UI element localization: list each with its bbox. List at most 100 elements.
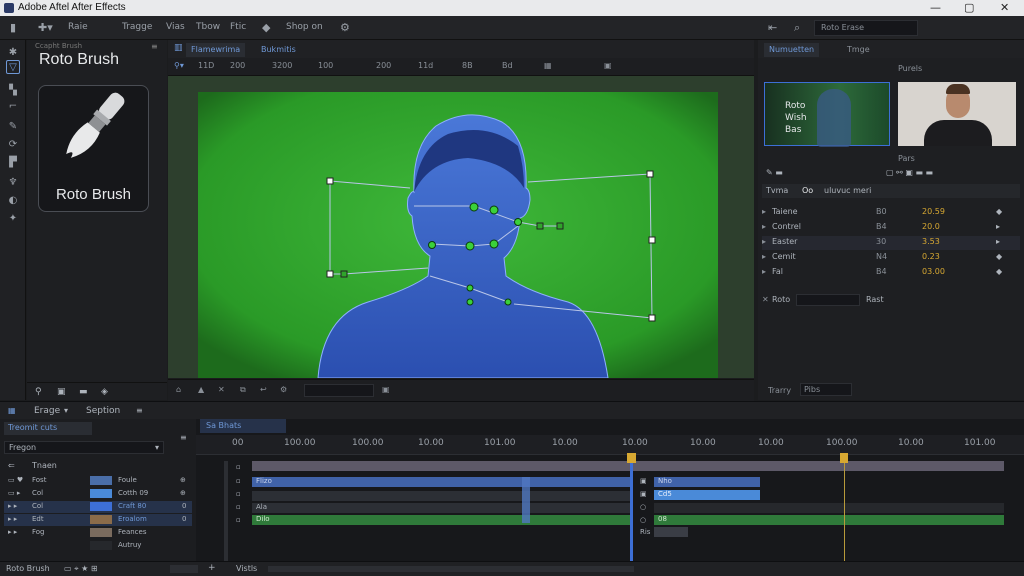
- undo-icon[interactable]: ↩: [260, 385, 267, 394]
- playhead-line[interactable]: [630, 463, 633, 561]
- viewer-bottom-field[interactable]: [304, 384, 374, 397]
- source-thumbnail[interactable]: [898, 82, 1016, 146]
- property-row[interactable]: ▸ Fal B4 03.00 ◆: [762, 266, 1020, 280]
- tab-tmge[interactable]: Tmge: [842, 43, 875, 57]
- pen-small-icon[interactable]: ✎ ▬: [766, 168, 783, 177]
- back-arrow-icon[interactable]: ⇤: [768, 21, 777, 34]
- track-clip[interactable]: [252, 491, 630, 501]
- panel-sub-tab[interactable]: Purels: [898, 64, 922, 73]
- shape-tool-icon[interactable]: ▛: [6, 156, 20, 170]
- close-button[interactable]: ✕: [1000, 1, 1009, 14]
- roto-brush-card[interactable]: Roto Brush: [38, 85, 149, 212]
- viewer-field-c[interactable]: 11d: [418, 61, 433, 70]
- diamond-icon[interactable]: ◆: [262, 21, 270, 34]
- pen-tool-icon[interactable]: ⌐: [6, 100, 20, 114]
- transform-icon[interactable]: ✕: [218, 385, 225, 394]
- menu-item-ftic[interactable]: Ftic: [230, 22, 246, 32]
- bottom-field[interactable]: Pibs: [800, 383, 852, 396]
- tab-seption[interactable]: Seption: [86, 406, 120, 416]
- adjust-icon[interactable]: ⚙: [280, 385, 287, 394]
- eraser-tool-icon[interactable]: ◐: [6, 194, 20, 208]
- timeline-scrollbar[interactable]: [268, 566, 634, 572]
- panel-tools-icons[interactable]: ▢ ⚯ ▣ ▬ ▬: [886, 168, 933, 177]
- track-clip[interactable]: Ala: [252, 503, 630, 513]
- sub-tab[interactable]: Sa Bhats: [200, 419, 286, 433]
- panel-menu-icon[interactable]: ≡: [136, 406, 143, 415]
- fullscreen-icon[interactable]: ▣: [382, 385, 390, 394]
- keyframe-icon[interactable]: ◆: [996, 207, 1002, 216]
- track-clip[interactable]: 08: [654, 515, 1004, 525]
- viewer-field-a[interactable]: 100: [318, 61, 333, 70]
- search-small-icon[interactable]: ⚲: [35, 387, 42, 397]
- back-icon[interactable]: ⇐: [8, 461, 15, 470]
- arrow-icon[interactable]: ▸: [996, 222, 1000, 231]
- viewer-zoom[interactable]: 11D: [198, 61, 214, 70]
- menu-small-icon[interactable]: ≡: [180, 433, 187, 442]
- pin-tool-icon[interactable]: ✎: [6, 120, 20, 134]
- trash-icon[interactable]: ◈: [101, 387, 108, 397]
- roto-thumbnail[interactable]: Roto Wish Bas: [764, 82, 890, 147]
- add-icon[interactable]: ✚▾: [38, 21, 53, 34]
- composition-viewer[interactable]: [168, 76, 754, 379]
- menu-item-tbow[interactable]: Tbow: [196, 22, 220, 32]
- keyframe-icon[interactable]: ◆: [996, 267, 1002, 276]
- viewer-field-e[interactable]: Bd: [502, 61, 513, 70]
- layer-dropdown[interactable]: Fregon ▾: [4, 441, 164, 454]
- layer-row[interactable]: ▭ ▸ Col Cotth 09 ⊕: [4, 488, 192, 500]
- section-tab-tvma[interactable]: Tvma: [766, 186, 788, 195]
- link-icon[interactable]: ⊕: [180, 476, 186, 484]
- file-icon[interactable]: ▮: [10, 21, 16, 34]
- footer-field[interactable]: [796, 294, 860, 306]
- track-clip[interactable]: Cd5: [654, 490, 760, 500]
- viewer-field-d[interactable]: 8B: [462, 61, 473, 70]
- viewer-field-b[interactable]: 200: [376, 61, 391, 70]
- menu-item-raie[interactable]: Raie: [68, 22, 88, 32]
- property-value-a[interactable]: B4: [876, 267, 887, 276]
- link-icon[interactable]: ⊕: [180, 489, 186, 497]
- add-icon[interactable]: +: [208, 563, 216, 573]
- property-value-b[interactable]: 20.0: [922, 222, 940, 231]
- track-clip[interactable]: Nho: [654, 477, 760, 487]
- region-icon[interactable]: ▣: [604, 61, 612, 70]
- gear-tool-icon[interactable]: ✱: [6, 46, 20, 60]
- settings-icon[interactable]: ⚙: [340, 21, 350, 34]
- property-row[interactable]: ▸ Cemit N4 0.23 ◆: [762, 251, 1020, 265]
- property-value-a[interactable]: 30: [876, 237, 886, 246]
- comp-tab[interactable]: Treomit cuts: [4, 422, 92, 435]
- section-tab-oo[interactable]: Oo: [802, 186, 813, 195]
- property-row[interactable]: ▸ Easter 30 3.53 ▸: [762, 236, 1020, 250]
- viewer-resolution[interactable]: 200: [230, 61, 245, 70]
- property-row[interactable]: ▸ Contrel B4 20.0 ▸: [762, 221, 1020, 235]
- track-clip[interactable]: [654, 527, 688, 537]
- maximize-button[interactable]: ▢: [964, 1, 974, 14]
- search-input[interactable]: Roto Erase: [814, 20, 918, 36]
- search-icon[interactable]: ⌕: [794, 21, 800, 35]
- tab-erage[interactable]: Erage: [34, 406, 60, 416]
- layer-row[interactable]: ▸ ▸ Fog Feances: [4, 527, 192, 539]
- stamp-tool-icon[interactable]: ♆: [6, 176, 20, 190]
- zoom-slider[interactable]: [170, 565, 198, 573]
- property-value-a[interactable]: B4: [876, 222, 887, 231]
- layer-row-selected[interactable]: ▸ ▸ Edt Eroalom 0: [4, 514, 192, 526]
- menu-item-vias[interactable]: Vias: [166, 22, 185, 32]
- brush-tool-icon[interactable]: ▚: [6, 84, 20, 98]
- layer-row[interactable]: Autruy: [4, 540, 192, 552]
- keyframe-icon[interactable]: ◆: [996, 252, 1002, 261]
- close-small-icon[interactable]: ✕: [762, 295, 769, 304]
- select-tool-icon[interactable]: ⟳: [6, 138, 20, 152]
- snapshot-icon[interactable]: ⌂: [176, 385, 181, 394]
- layer-row-selected[interactable]: ▸ ▸ Col Craft 80 0: [4, 501, 192, 513]
- frame-icon[interactable]: ▣: [57, 387, 66, 397]
- tab-flamewrima[interactable]: Flamewrima: [186, 43, 246, 57]
- keyframe-marker[interactable]: [522, 477, 530, 523]
- roto-tool-icon[interactable]: ▽: [6, 60, 20, 74]
- grid-icon[interactable]: ▦: [544, 61, 552, 70]
- property-row[interactable]: ▸ Taiene B0 20.59 ◆: [762, 206, 1020, 220]
- track-clip[interactable]: [654, 503, 1004, 513]
- layer-icon[interactable]: ⧉: [240, 385, 246, 395]
- menu-item-tragge[interactable]: Tragge: [122, 22, 152, 32]
- layer-row[interactable]: ▭ ♥ Fost Foule ⊕: [4, 475, 192, 487]
- property-value-b[interactable]: 3.53: [922, 237, 940, 246]
- track-clip[interactable]: Flizo: [252, 477, 630, 487]
- tab-bukmitis[interactable]: Bukmitis: [256, 43, 301, 57]
